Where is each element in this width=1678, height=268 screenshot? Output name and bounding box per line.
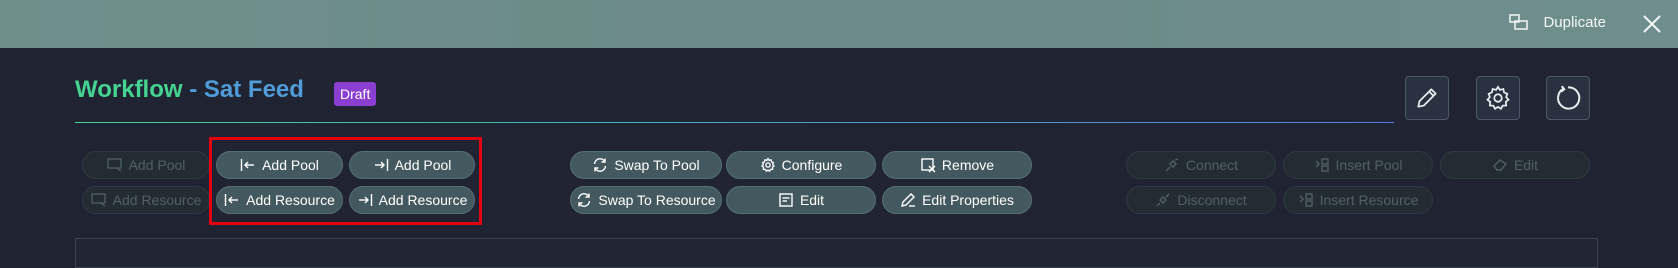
add-resource-label: Add Resource bbox=[112, 192, 202, 208]
refresh-icon bbox=[1557, 85, 1581, 110]
swap-to-resource-button[interactable]: Swap To Resource bbox=[570, 186, 722, 214]
insert-pool-label: Insert Pool bbox=[1335, 157, 1403, 173]
remove-label: Remove bbox=[941, 157, 995, 173]
edit-workflow-button[interactable] bbox=[1405, 76, 1449, 120]
remove-icon bbox=[921, 158, 936, 173]
insert-resource-button: Insert Resource bbox=[1283, 186, 1433, 214]
edit-disabled-label: Edit bbox=[1513, 157, 1539, 173]
eraser-icon bbox=[1493, 159, 1507, 171]
close-icon[interactable] bbox=[1640, 12, 1664, 36]
add-resource-icon bbox=[90, 193, 106, 207]
gear-icon bbox=[1486, 85, 1510, 110]
workflow-canvas[interactable] bbox=[75, 238, 1598, 268]
page-title: Workflow - Sat Feed bbox=[75, 76, 304, 104]
disconnect-icon bbox=[1156, 193, 1170, 207]
insert-pool-button: Insert Pool bbox=[1283, 151, 1433, 179]
edit-note-icon bbox=[779, 193, 793, 207]
refresh-button[interactable] bbox=[1546, 76, 1590, 120]
edit-properties-button[interactable]: Edit Properties bbox=[882, 186, 1032, 214]
edit-properties-icon bbox=[901, 193, 916, 207]
top-bar: Duplicate bbox=[0, 0, 1678, 48]
add-pool-button-disabled: Add Pool bbox=[82, 151, 210, 179]
configure-button[interactable]: Configure bbox=[726, 151, 876, 179]
title-name: - Sat Feed bbox=[189, 76, 304, 103]
connect-label: Connect bbox=[1185, 157, 1239, 173]
edit-button[interactable]: Edit bbox=[726, 186, 876, 214]
add-pool-label: Add Pool bbox=[128, 157, 186, 173]
settings-button[interactable] bbox=[1476, 76, 1520, 120]
add-pool-icon bbox=[106, 158, 122, 172]
swap-to-pool-button[interactable]: Swap To Pool bbox=[570, 151, 722, 179]
swap-icon bbox=[594, 158, 607, 172]
disconnect-button: Disconnect bbox=[1126, 186, 1276, 214]
duplicate-label: Duplicate bbox=[1543, 13, 1606, 31]
connect-icon bbox=[1165, 158, 1179, 172]
remove-button[interactable]: Remove bbox=[882, 151, 1032, 179]
insert-resource-icon bbox=[1299, 193, 1313, 207]
connect-button: Connect bbox=[1126, 151, 1276, 179]
duplicate-button[interactable]: Duplicate bbox=[1509, 13, 1606, 31]
duplicate-icon bbox=[1509, 14, 1529, 30]
swap-to-pool-label: Swap To Pool bbox=[614, 157, 700, 173]
configure-label: Configure bbox=[781, 157, 843, 173]
insert-resource-label: Insert Resource bbox=[1319, 192, 1419, 208]
edit-label: Edit bbox=[799, 192, 825, 208]
edit-properties-label: Edit Properties bbox=[922, 192, 1014, 208]
disconnect-label: Disconnect bbox=[1177, 192, 1247, 208]
gear-icon bbox=[760, 157, 775, 173]
title-underline bbox=[75, 122, 1394, 123]
highlight-box bbox=[209, 137, 482, 225]
title-prefix: Workflow bbox=[75, 76, 183, 103]
pencil-icon bbox=[1417, 88, 1437, 108]
edit-button-disabled: Edit bbox=[1440, 151, 1590, 179]
insert-pool-icon bbox=[1315, 158, 1329, 172]
add-resource-button-disabled: Add Resource bbox=[82, 186, 210, 214]
swap-to-resource-label: Swap To Resource bbox=[598, 192, 716, 208]
status-badge: Draft bbox=[334, 82, 377, 106]
swap-icon bbox=[578, 193, 591, 207]
